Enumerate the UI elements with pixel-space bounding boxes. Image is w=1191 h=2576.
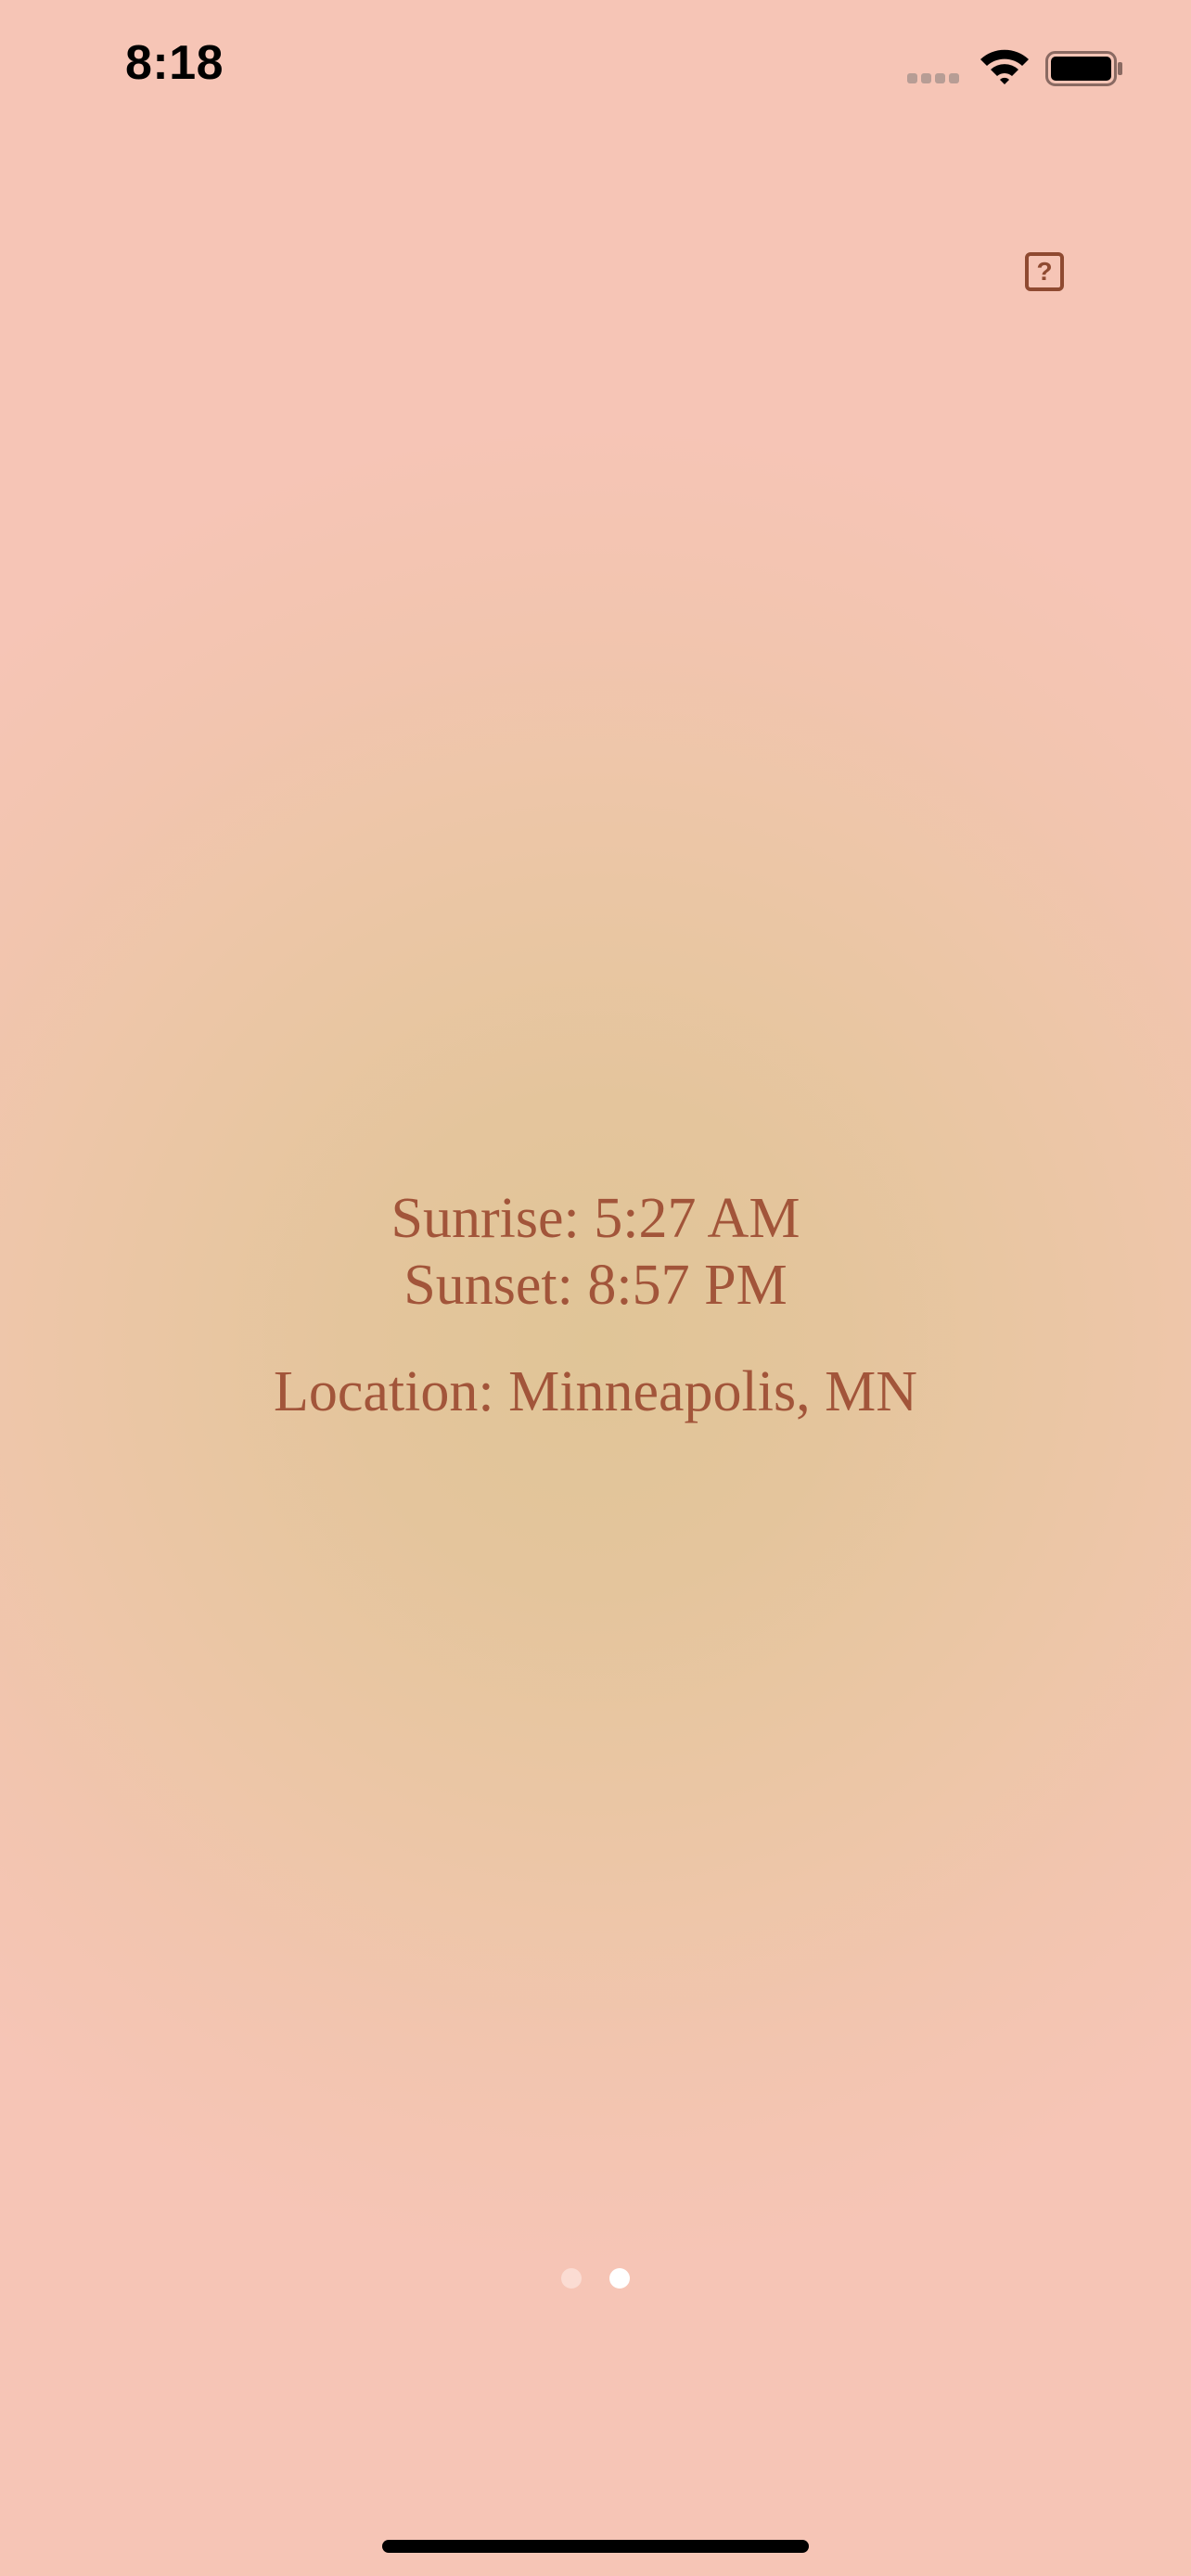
home-indicator[interactable] [382, 2540, 809, 2553]
page-dot-active[interactable] [609, 2268, 630, 2289]
status-bar: 8:18 [0, 0, 1191, 130]
page-indicator[interactable] [0, 2268, 1191, 2290]
sunrise-time: Sunrise: 5:27 AM [391, 1187, 800, 1250]
status-time: 8:18 [125, 36, 224, 90]
page-dot[interactable] [561, 2268, 582, 2289]
wifi-icon [980, 49, 1029, 84]
sunset-time: Sunset: 8:57 PM [403, 1254, 788, 1317]
app-screen: 8:18 ? Sunrise: 5:27 AM Sunset: 8:57 PM … [0, 0, 1191, 2576]
location-label: Location: Minneapolis, MN [274, 1360, 917, 1423]
battery-icon [1045, 51, 1122, 86]
cellular-signal-icon [907, 73, 963, 84]
help-button[interactable]: ? [1025, 252, 1064, 291]
question-mark-icon: ? [1036, 257, 1053, 286]
